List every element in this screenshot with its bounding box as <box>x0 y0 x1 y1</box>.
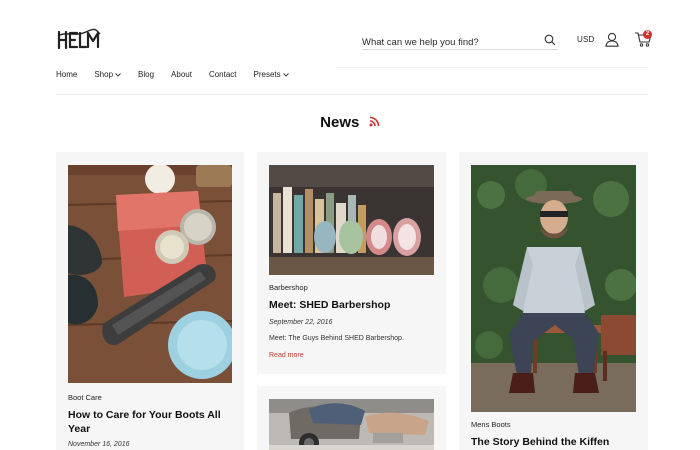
chevron-down-icon <box>115 72 121 77</box>
nav-item-blog[interactable]: Blog <box>138 70 154 79</box>
article-card <box>257 386 446 450</box>
page-title: News <box>320 114 360 132</box>
search-input[interactable] <box>362 34 532 51</box>
rss-icon[interactable] <box>369 116 380 127</box>
nav-item-about[interactable]: About <box>171 70 192 79</box>
article-image[interactable] <box>68 165 232 383</box>
article-image[interactable] <box>269 399 434 450</box>
article-card: Boot Care How to Care for Your Boots All… <box>56 152 244 450</box>
nav-item-presets[interactable]: Presets <box>254 70 289 79</box>
article-title[interactable]: How to Care for Your Boots All Year <box>68 408 228 436</box>
article-title[interactable]: Meet: SHED Barbershop <box>269 298 434 312</box>
article-category: Mens Boots <box>471 420 511 429</box>
helm-logo[interactable] <box>56 28 102 54</box>
header-divider <box>337 67 648 68</box>
header-divider <box>56 94 648 95</box>
page-heading: News <box>0 114 700 132</box>
search-icon[interactable] <box>544 34 556 46</box>
article-title[interactable]: The Story Behind the Kiffen <box>471 435 641 449</box>
article-excerpt: Meet: The Guys Behind SHED Barbershop. <box>269 335 404 342</box>
nav-item-home[interactable]: Home <box>56 70 77 79</box>
currency-selector[interactable]: USD <box>577 35 595 44</box>
article-card: Barbershop Meet: SHED Barbershop Septemb… <box>257 152 446 374</box>
account-icon[interactable] <box>605 32 619 47</box>
article-date: September 22, 2016 <box>269 319 333 326</box>
nav-item-contact[interactable]: Contact <box>209 70 237 79</box>
article-card: Mens Boots The Story Behind the Kiffen <box>459 152 648 450</box>
search-bar <box>362 32 558 51</box>
chevron-down-icon <box>282 72 289 77</box>
nav-item-shop[interactable]: Shop <box>94 70 121 79</box>
read-more-link[interactable]: Read more <box>269 352 304 359</box>
article-category: Barbershop <box>269 283 308 292</box>
article-category: Boot Care <box>68 393 102 402</box>
main-nav: Home Shop Blog About Contact Presets <box>56 70 306 79</box>
article-image[interactable] <box>269 165 434 275</box>
article-image[interactable] <box>471 165 636 412</box>
cart-count-badge: 2 <box>643 30 652 39</box>
article-date: November 16, 2016 <box>68 441 130 448</box>
